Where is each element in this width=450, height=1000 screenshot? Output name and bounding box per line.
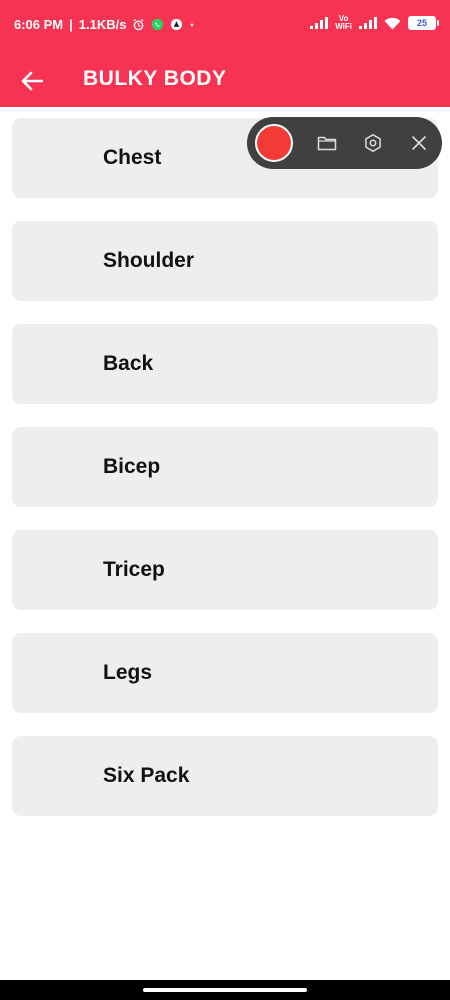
category-label: Legs <box>103 661 153 684</box>
category-back[interactable]: Back <box>12 324 438 404</box>
settings-icon[interactable] <box>361 131 385 155</box>
vowifi-bottom: WiFi <box>335 22 352 31</box>
status-right: Vo WiFi 25 <box>310 15 439 31</box>
status-time: 6:06 PM <box>14 17 64 32</box>
whatsapp-icon <box>151 18 164 31</box>
category-label: Tricep <box>103 558 165 581</box>
arrow-left-icon <box>21 71 43 91</box>
battery-level: 25 <box>416 18 427 28</box>
category-tricep[interactable]: Tricep <box>12 530 438 610</box>
category-shoulder[interactable]: Shoulder <box>12 221 438 301</box>
status-bar: 6:06 PM | 1.1KB/s Vo WiFi 25 <box>0 0 450 55</box>
category-label: Shoulder <box>103 249 195 272</box>
category-bicep[interactable]: Bicep <box>12 427 438 507</box>
status-left: 6:06 PM | 1.1KB/s <box>14 17 195 32</box>
category-label: Chest <box>103 146 162 169</box>
notification-icon <box>170 18 183 31</box>
navigation-bar <box>0 980 450 1000</box>
category-legs[interactable]: Legs <box>12 633 438 713</box>
record-button[interactable] <box>255 124 293 162</box>
category-label: Bicep <box>103 455 161 478</box>
app-bar: BULKY BODY <box>0 55 450 107</box>
signal-2-icon <box>359 17 377 29</box>
vowifi-indicator: Vo WiFi <box>335 15 352 31</box>
status-separator: | <box>69 17 73 32</box>
close-icon[interactable] <box>407 131 431 155</box>
category-label: Six Pack <box>103 764 190 787</box>
dot-icon <box>189 22 195 28</box>
folder-icon[interactable] <box>315 131 339 155</box>
home-indicator[interactable] <box>143 988 307 992</box>
status-network-speed: 1.1KB/s <box>78 17 127 32</box>
category-list: Chest Shoulder Back Bicep Tricep Legs Si… <box>12 118 438 839</box>
back-button[interactable] <box>16 67 48 95</box>
category-six-pack[interactable]: Six Pack <box>12 736 438 816</box>
signal-icon <box>310 17 329 29</box>
category-label: Back <box>103 352 154 375</box>
screen-recorder-toolbar <box>247 117 442 169</box>
page-title: BULKY BODY <box>83 67 227 90</box>
alarm-icon <box>132 18 145 31</box>
battery-icon: 25 <box>408 16 439 30</box>
wifi-icon <box>384 17 401 30</box>
